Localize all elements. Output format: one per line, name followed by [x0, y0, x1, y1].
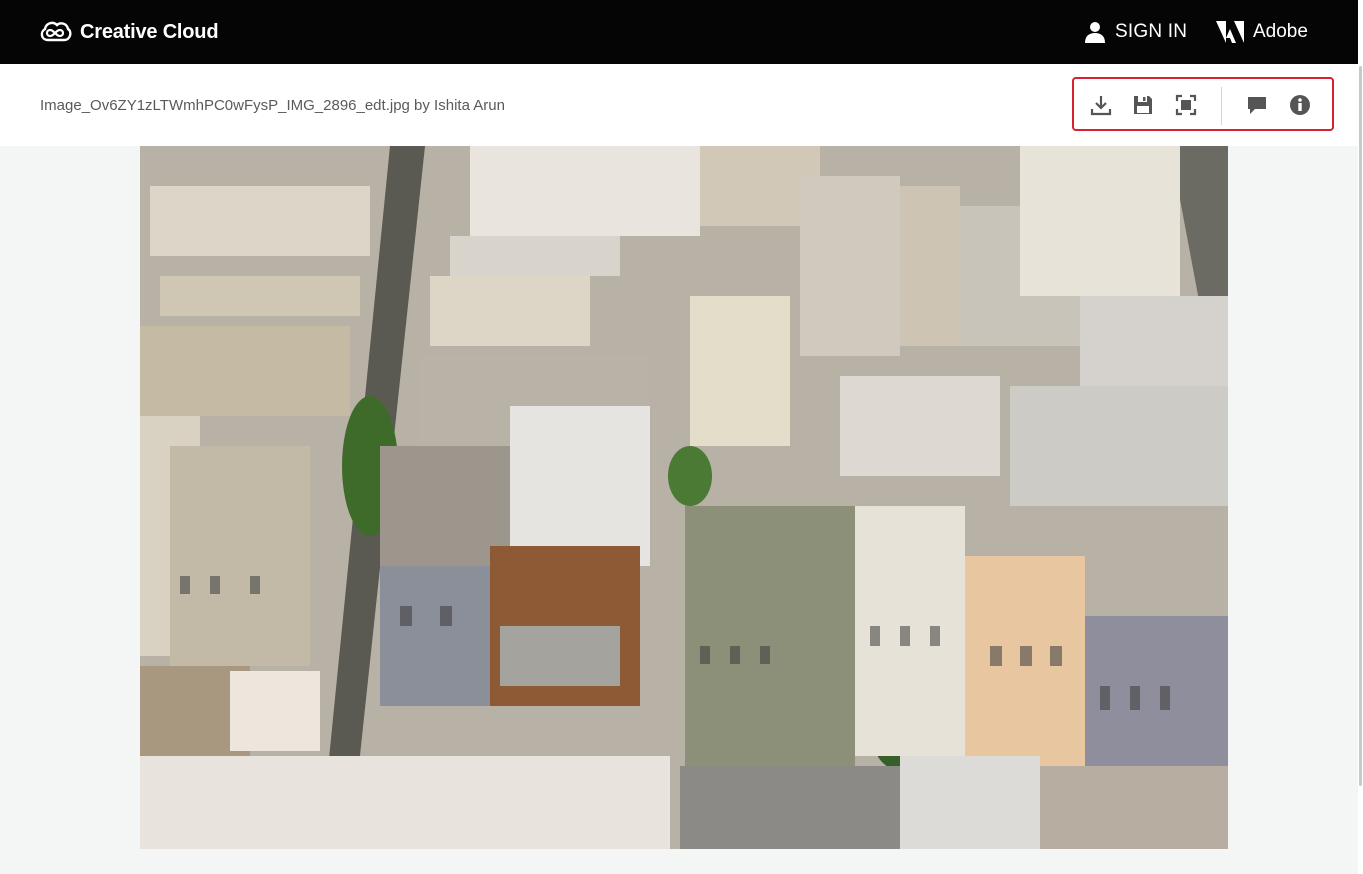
- photo-illustration: [140, 146, 1228, 849]
- creative-cloud-brand[interactable]: Creative Cloud: [38, 17, 219, 47]
- top-bar: Creative Cloud SIGN IN Adobe: [0, 0, 1358, 64]
- adobe-logo-icon: [1216, 21, 1244, 43]
- adobe-label: Adobe: [1253, 21, 1308, 42]
- asset-toolbar: [1072, 77, 1334, 131]
- adobe-link[interactable]: Adobe: [1216, 18, 1308, 46]
- comment-button[interactable]: [1245, 93, 1269, 117]
- file-title: Image_Ov6ZY1zLTWmhPC0wFysP_IMG_2896_edt.…: [40, 97, 505, 114]
- info-icon: [1290, 95, 1310, 115]
- user-icon: [1085, 22, 1105, 43]
- save-icon: [1134, 96, 1152, 114]
- creative-cloud-logo-icon: [40, 21, 72, 42]
- save-button[interactable]: [1131, 93, 1155, 117]
- brand-label: Creative Cloud: [80, 20, 219, 43]
- asset-header: Image_Ov6ZY1zLTWmhPC0wFysP_IMG_2896_edt.…: [0, 64, 1358, 146]
- download-button[interactable]: [1089, 93, 1113, 117]
- sign-in-button[interactable]: SIGN IN: [1084, 18, 1187, 46]
- toolbar-divider: [1221, 87, 1222, 125]
- fit-to-screen-button[interactable]: [1174, 93, 1198, 117]
- download-icon: [1090, 96, 1112, 116]
- scrollbar-thumb[interactable]: [1359, 66, 1362, 786]
- sign-in-label: SIGN IN: [1115, 21, 1188, 42]
- aerial-city-rooftops-image: [140, 146, 1228, 849]
- info-button[interactable]: [1288, 93, 1312, 117]
- fit-screen-icon: [1175, 94, 1197, 116]
- comment-icon: [1248, 97, 1266, 114]
